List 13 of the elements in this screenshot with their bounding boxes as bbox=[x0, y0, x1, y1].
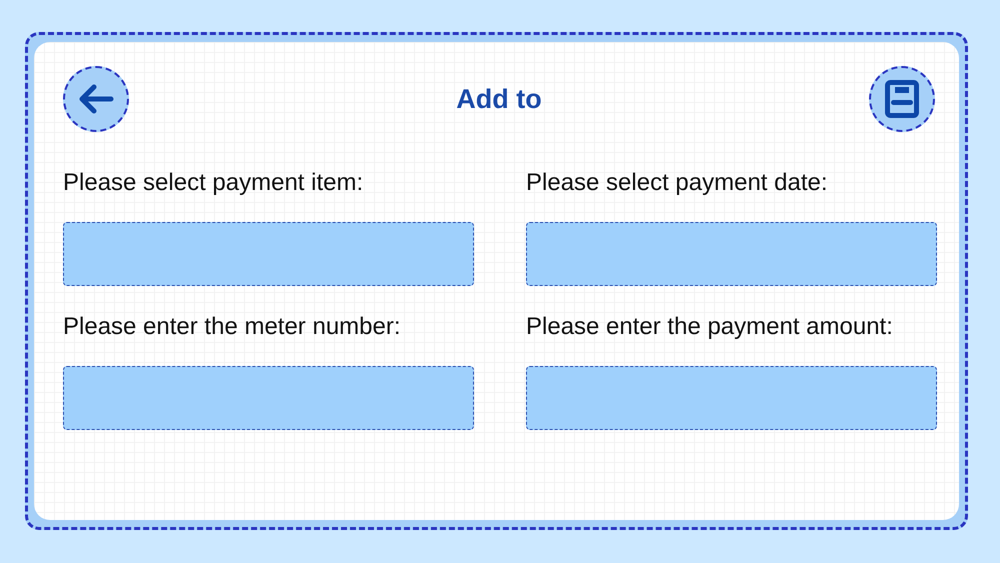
save-button[interactable] bbox=[868, 66, 935, 132]
field-label: Please enter the payment amount: bbox=[526, 312, 894, 342]
field-label: Please select payment date: bbox=[526, 168, 829, 198]
field-label: Please enter the meter number: bbox=[63, 312, 402, 342]
input-field[interactable] bbox=[63, 222, 474, 286]
input-field[interactable] bbox=[63, 366, 474, 430]
input-field[interactable] bbox=[526, 366, 937, 430]
page-title: Add to bbox=[456, 84, 542, 114]
input-field[interactable] bbox=[526, 222, 937, 286]
field-label: Please select payment item: bbox=[63, 168, 364, 198]
back-arrow-icon bbox=[77, 82, 115, 116]
save-icon bbox=[884, 80, 919, 118]
back-button[interactable] bbox=[63, 66, 129, 132]
